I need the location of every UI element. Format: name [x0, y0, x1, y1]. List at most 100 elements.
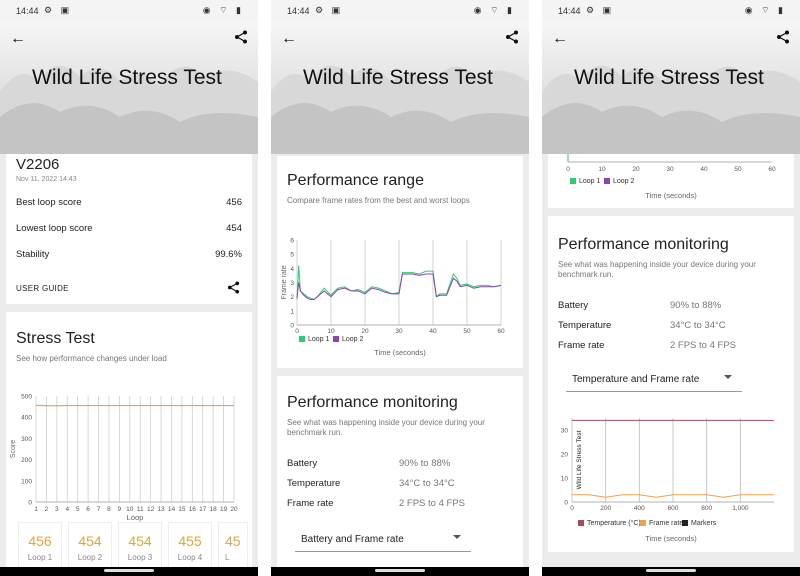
chart-metric-dropdown[interactable]: Battery and Frame rate	[295, 526, 471, 552]
x-tick-label: 10	[126, 506, 134, 513]
x-tick-label: 9	[118, 506, 122, 513]
temperature-value: 34°C to 34°C	[670, 320, 726, 331]
legend-label: Loop 2	[342, 336, 364, 343]
chevron-down-icon	[724, 375, 732, 379]
performance-monitoring-subtitle: See what was happening inside your devic…	[558, 260, 756, 279]
legend-swatch	[682, 520, 688, 527]
score-chart: 01002003004005001 2 3 4 5 6 7 8 9 10 11 12 13 14 15 16 1…	[10, 394, 238, 523]
screen-monitoring: 14:44 ⚙ ▣ ◉ ⌔ ▮ ← Wild Life Stress Test …	[542, 0, 800, 576]
performance-monitoring-title: Performance monitoring	[287, 394, 458, 411]
battery-value: 90% to 88%	[399, 458, 451, 469]
result-date: Nov 11, 2022 14:43	[16, 176, 77, 183]
performance-monitoring-subtitle: See what was happening inside your devic…	[287, 418, 485, 437]
x-tick-label: 7	[97, 506, 101, 513]
status-time: 14:44	[287, 6, 310, 16]
y-axis-label: Wild Life Stress Test	[576, 430, 583, 489]
device-name: V2206	[16, 156, 60, 173]
y-tick-label: 0	[290, 323, 294, 330]
performance-monitoring-title: Performance monitoring	[558, 236, 729, 253]
x-tick-label: 60	[497, 328, 505, 334]
back-arrow-icon[interactable]: ←	[281, 30, 297, 48]
y-axis-label: Score	[10, 440, 17, 458]
x-tick-label: 20	[230, 506, 238, 513]
legend-frame-rate: Frame rate	[640, 520, 683, 527]
x-tick-label: 2	[45, 506, 49, 513]
dropdown-selected-value: Battery and Frame rate	[301, 534, 404, 545]
user-guide-link[interactable]: USER GUIDE	[16, 284, 69, 293]
legend-swatch	[570, 178, 576, 185]
loop-score-label: Loop 3	[127, 553, 153, 562]
chart-metric-dropdown[interactable]: Temperature and Frame rate	[566, 366, 742, 392]
loop-score-label: Loop 1	[27, 553, 53, 562]
x-tick-label: 50	[734, 166, 742, 173]
x-tick-label: 6	[86, 506, 90, 513]
back-arrow-icon[interactable]: ←	[552, 30, 568, 48]
status-bar: 14:44 ⚙ ▣ ◉ ⌔ ▮	[542, 0, 800, 22]
frame-rate-value: 2 FPS to 4 FPS	[670, 340, 736, 351]
best-loop-label: Best loop score	[16, 197, 82, 208]
x-tick-label: 16	[189, 506, 197, 513]
x-tick-label: 30	[666, 166, 674, 173]
performance-range-title: Performance range	[287, 172, 424, 189]
legend-label: Frame rate	[649, 520, 684, 527]
y-tick-label: 100	[21, 478, 32, 485]
y-tick-label: 500	[21, 394, 32, 401]
temperature-frame-rate-chart: 0 10 20 30 0 200 400 600 800 1,000 Wild Life Stres…	[561, 418, 774, 512]
stress-test-subtitle: See how performance changes under load	[16, 354, 167, 363]
x-tick-label: 200	[600, 505, 611, 512]
lowest-loop-value: 454	[226, 223, 242, 234]
legend-label: Loop 1	[308, 336, 330, 343]
x-tick-label: 20	[361, 328, 369, 334]
x-axis-label: Loop	[127, 513, 144, 522]
legend-swatch	[640, 520, 646, 527]
legend-markers: Markers	[682, 520, 716, 527]
performance-range-card-partial: 0 10 20 30 40 50 60 Loop 1 Loop 2 Time (second…	[548, 154, 794, 208]
y-tick-label: 5	[290, 252, 294, 259]
stress-test-title: Stress Test	[16, 330, 95, 347]
home-indicator[interactable]	[646, 569, 696, 572]
battery-label: Battery	[287, 458, 318, 469]
loop-score-value: 456	[28, 533, 52, 549]
loop-score-value: 454	[78, 533, 102, 549]
share-icon[interactable]	[234, 30, 248, 44]
screen-summary: 14:44 ⚙ ▣ ◉ ⌔ ▮ ← Wild Life Stress Test …	[0, 0, 258, 576]
legend-label: Loop 2	[613, 178, 635, 185]
status-right-icons: ◉ ⌔ ▮	[744, 5, 786, 15]
y-tick-label: 4	[290, 266, 294, 273]
x-axis-label: Time (seconds)	[645, 191, 697, 200]
temperature-label: Temperature	[558, 320, 612, 331]
y-tick-label: 3	[290, 280, 294, 287]
status-time: 14:44	[16, 6, 39, 16]
legend-label: Markers	[691, 520, 717, 527]
chevron-down-icon	[453, 535, 461, 539]
status-left-icons: ⚙ ▣	[315, 5, 344, 15]
legend-label: Loop 1	[579, 178, 601, 185]
share-icon[interactable]	[227, 281, 240, 294]
loop-score-value: 454	[128, 533, 152, 549]
x-tick-label: 40	[700, 166, 708, 173]
frame-rate-range-axis: 0 10 20 30 40 50 60	[566, 154, 776, 173]
y-tick-label: 300	[21, 436, 32, 443]
loop-score-label: L	[225, 553, 230, 562]
x-tick-label: 4	[65, 506, 69, 513]
y-tick-label: 0	[564, 500, 568, 507]
home-indicator[interactable]	[104, 569, 154, 572]
frame-rate-label: Frame rate	[558, 340, 605, 351]
x-tick-label: 400	[634, 505, 645, 512]
screen-performance: 14:44 ⚙ ▣ ◉ ⌔ ▮ ← Wild Life Stress Test …	[271, 0, 529, 576]
x-tick-label: 600	[668, 505, 679, 512]
back-arrow-icon[interactable]: ←	[10, 30, 26, 48]
header-banner: ← Wild Life Stress Test	[0, 22, 258, 154]
share-icon[interactable]	[776, 30, 790, 44]
share-icon[interactable]	[505, 30, 519, 44]
header-banner: ← Wild Life Stress Test	[271, 22, 529, 154]
header-banner: ← Wild Life Stress Test	[542, 22, 800, 154]
x-tick-label: 60	[768, 166, 776, 173]
home-indicator[interactable]	[375, 569, 425, 572]
frame-rate-value: 2 FPS to 4 FPS	[399, 498, 465, 509]
nav-bar	[0, 567, 258, 576]
x-tick-label: 800	[701, 505, 712, 512]
legend-loop-2: Loop 2	[604, 178, 634, 185]
status-time: 14:44	[558, 6, 581, 16]
result-summary-card: V2206 Nov 11, 2022 14:43 Best loop score…	[6, 154, 252, 304]
